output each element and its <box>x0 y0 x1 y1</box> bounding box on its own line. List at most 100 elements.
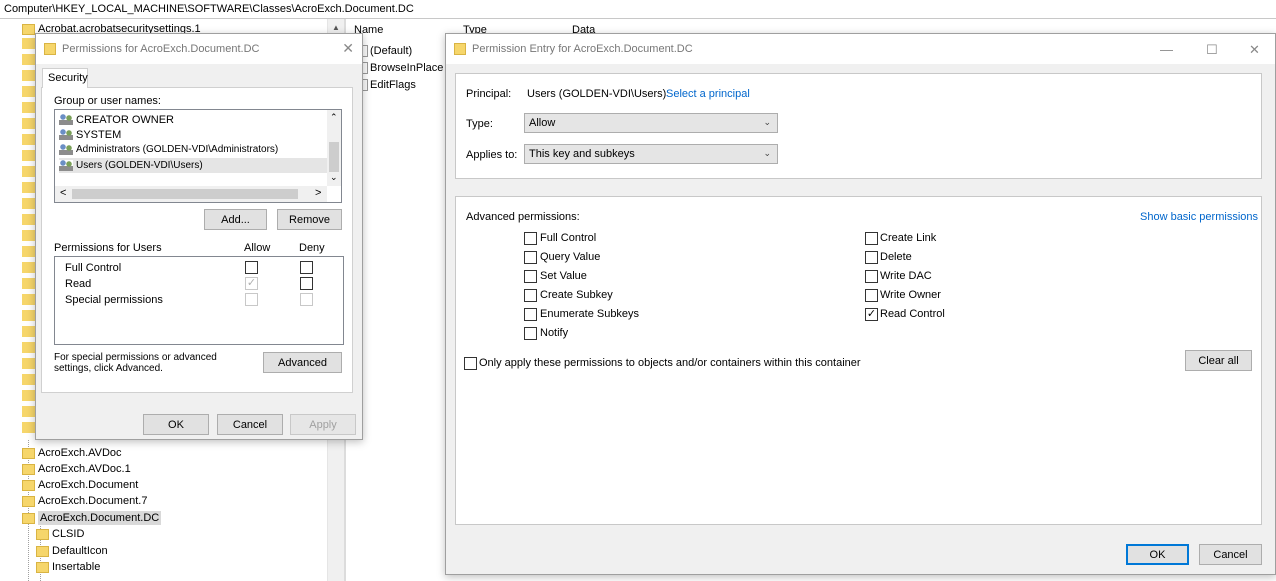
group-icon <box>59 129 73 140</box>
user-list-hscrollbar[interactable]: < > <box>55 186 327 202</box>
folder-icon <box>22 447 35 459</box>
only-apply-checkbox[interactable] <box>464 357 477 370</box>
folder-icon <box>22 512 35 524</box>
address-bar[interactable]: Computer\HKEY_LOCAL_MACHINE\SOFTWARE\Cla… <box>0 0 1276 19</box>
read-deny-checkbox[interactable] <box>300 277 313 290</box>
create-subkey-label: Create Subkey <box>540 289 613 301</box>
tree-item-insertable[interactable]: Insertable <box>36 559 100 575</box>
perm-special: Special permissions <box>65 294 163 306</box>
group-icon <box>59 114 73 125</box>
remove-button[interactable]: Remove <box>277 209 342 230</box>
chevron-up-icon[interactable]: ⌃ <box>330 112 338 123</box>
group-label: Group or user names: <box>54 95 161 107</box>
full-control-allow-checkbox[interactable] <box>245 261 258 274</box>
value-row[interactable]: BrowseInPlace <box>360 62 443 74</box>
read-control-checkbox[interactable] <box>865 308 878 321</box>
folder-icon <box>454 43 466 55</box>
entry-ok-button[interactable]: OK <box>1126 544 1189 565</box>
enumerate-subkeys-checkbox[interactable] <box>524 308 537 321</box>
applies-to-select[interactable]: This key and subkeys ⌄ <box>524 144 778 164</box>
folder-icon <box>22 495 35 507</box>
chevron-down-icon: ⌄ <box>763 117 771 127</box>
create-link-checkbox[interactable] <box>865 232 878 245</box>
principal-label: Principal: <box>466 88 512 100</box>
advanced-button[interactable]: Advanced <box>263 352 342 373</box>
tree-item-document-dc[interactable]: AcroExch.Document.DC <box>22 510 162 526</box>
chevron-left-icon[interactable]: < <box>60 187 66 199</box>
entry-cancel-button[interactable]: Cancel <box>1199 544 1262 565</box>
permissions-titlebar: Permissions for AcroExch.Document.DC ✕ <box>36 34 362 64</box>
scroll-thumb[interactable] <box>329 142 339 172</box>
ok-button[interactable]: OK <box>143 414 209 435</box>
close-icon[interactable]: ✕ <box>342 40 354 57</box>
type-select[interactable]: Allow ⌄ <box>524 113 778 133</box>
perm-full-control: Full Control <box>65 262 122 274</box>
add-button[interactable]: Add... <box>204 209 267 230</box>
scroll-thumb[interactable] <box>72 189 298 199</box>
full-control-checkbox[interactable] <box>524 232 537 245</box>
create-subkey-checkbox[interactable] <box>524 289 537 302</box>
type-label: Type: <box>466 118 493 130</box>
only-apply-label: Only apply these permissions to objects … <box>479 357 861 369</box>
principal-value: Users (GOLDEN-VDI\Users) <box>527 88 667 100</box>
deny-header: Deny <box>299 242 325 254</box>
query-value-checkbox[interactable] <box>524 251 537 264</box>
clear-all-button[interactable]: Clear all <box>1185 350 1252 371</box>
create-link-label: Create Link <box>880 232 937 244</box>
read-control-label: Read Control <box>880 308 945 320</box>
user-row-administrators[interactable]: Administrators (GOLDEN-VDI\Administrator… <box>59 142 327 157</box>
scroll-up-icon[interactable]: ▲ <box>332 23 340 32</box>
write-dac-checkbox[interactable] <box>865 270 878 283</box>
maximize-icon[interactable]: ☐ <box>1206 42 1218 58</box>
folder-icon <box>44 43 56 55</box>
tree-item-document7[interactable]: AcroExch.Document.7 <box>22 493 147 509</box>
tree-item-defaulticon[interactable]: DefaultIcon <box>36 543 108 559</box>
tree-item-document[interactable]: AcroExch.Document <box>22 477 138 493</box>
tree-folder-column <box>22 38 35 438</box>
entry-titlebar: Permission Entry for AcroExch.Document.D… <box>446 34 1275 64</box>
user-row-system[interactable]: SYSTEM <box>59 127 327 142</box>
notify-label: Notify <box>540 327 569 339</box>
enumerate-subkeys-label: Enumerate Subkeys <box>540 308 640 320</box>
full-control-deny-checkbox[interactable] <box>300 261 313 274</box>
write-owner-label: Write Owner <box>880 289 941 301</box>
user-list-vscrollbar[interactable]: ⌃ ⌄ <box>327 110 341 186</box>
value-row[interactable]: (Default) <box>360 45 412 57</box>
chevron-right-icon[interactable]: > <box>315 187 321 199</box>
folder-icon <box>36 545 49 557</box>
permissions-for-label: Permissions for Users <box>54 242 162 254</box>
select-principal-link[interactable]: Select a principal <box>666 88 750 100</box>
write-dac-label: Write DAC <box>880 270 932 282</box>
full-control-label: Full Control <box>540 232 597 244</box>
delete-label: Delete <box>880 251 912 263</box>
write-owner-checkbox[interactable] <box>865 289 878 302</box>
value-row[interactable]: EditFlags <box>360 79 416 91</box>
read-allow-checkbox[interactable] <box>245 277 258 290</box>
advanced-permissions-label: Advanced permissions: <box>466 211 580 223</box>
folder-icon <box>36 528 49 540</box>
applies-to-label: Applies to: <box>466 149 518 161</box>
folder-icon <box>36 561 49 573</box>
set-value-label: Set Value <box>540 270 587 282</box>
notify-checkbox[interactable] <box>524 327 537 340</box>
set-value-checkbox[interactable] <box>524 270 537 283</box>
tree-item-avdoc1[interactable]: AcroExch.AVDoc.1 <box>22 461 131 477</box>
tree-item-clsid[interactable]: CLSID <box>36 526 84 542</box>
tab-security[interactable]: Security <box>42 68 88 88</box>
group-icon <box>59 144 73 155</box>
close-icon[interactable]: ✕ <box>1249 42 1260 58</box>
user-row-users[interactable]: Users (GOLDEN-VDI\Users) <box>59 158 327 173</box>
apply-button[interactable]: Apply <box>290 414 356 435</box>
special-deny-checkbox[interactable] <box>300 293 313 306</box>
special-allow-checkbox[interactable] <box>245 293 258 306</box>
chevron-down-icon[interactable]: ⌄ <box>330 172 338 183</box>
delete-checkbox[interactable] <box>865 251 878 264</box>
chevron-down-icon: ⌄ <box>763 148 771 158</box>
user-row-creator-owner[interactable]: CREATOR OWNER <box>59 112 327 127</box>
group-icon <box>59 160 73 171</box>
show-basic-permissions-link[interactable]: Show basic permissions <box>1140 211 1258 223</box>
cancel-button[interactable]: Cancel <box>217 414 283 435</box>
folder-icon <box>22 23 35 35</box>
minimize-icon[interactable]: — <box>1160 42 1173 57</box>
tree-item-avdoc[interactable]: AcroExch.AVDoc <box>22 445 122 461</box>
